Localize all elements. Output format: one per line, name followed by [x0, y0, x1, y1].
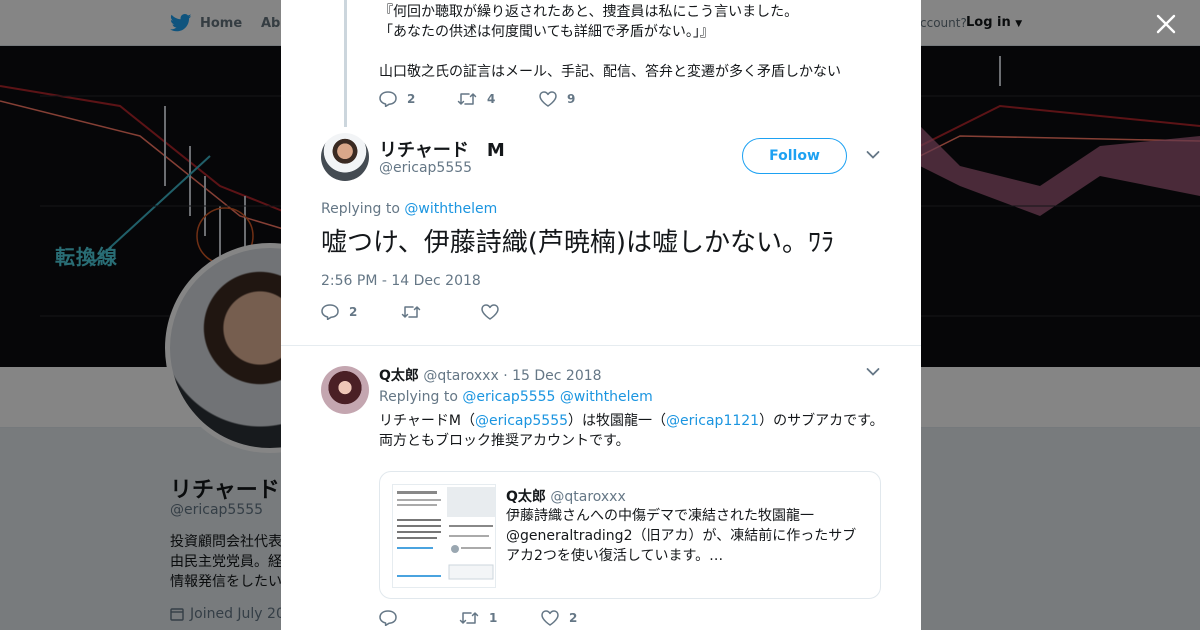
tweet-modal: 『何回か聴取が繰り返されたあと、捜査員は私にこう言いました。 「あなたの供述は何…: [281, 0, 921, 630]
main-retweet-button[interactable]: [401, 304, 481, 320]
parent-retweet-count: 4: [487, 92, 496, 106]
reply-icon: [379, 91, 397, 107]
main-tweet-author-name[interactable]: リチャード M: [379, 136, 505, 162]
parent-tweet-actions: 2 4 9: [379, 91, 599, 107]
main-like-button[interactable]: [481, 304, 521, 320]
reply-tweet-author-handle[interactable]: @qtaroxxx: [423, 368, 498, 384]
main-reply-count: 2: [349, 305, 358, 319]
chevron-down-icon[interactable]: [866, 150, 880, 160]
main-reply-button[interactable]: 2: [321, 304, 401, 320]
main-tweet-author-handle[interactable]: @ericap5555: [379, 160, 472, 176]
quoted-tweet-author-handle: @qtaroxxx: [550, 489, 626, 505]
main-tweet-timestamp[interactable]: 2:56 PM - 14 Dec 2018: [321, 273, 481, 289]
reply-tweet-header: Q太郎 @qtaroxxx · 15 Dec 2018: [379, 365, 602, 385]
parent-reply-count: 2: [407, 92, 416, 106]
quoted-tweet-author-name: Q太郎: [506, 489, 546, 505]
quoted-tweet-header: Q太郎 @qtaroxxx: [506, 486, 626, 506]
reply-like-count: 2: [569, 611, 578, 625]
main-tweet-replying-to: Replying to @withthelem: [321, 201, 497, 217]
reply-reply-button[interactable]: [379, 610, 459, 626]
replying-to-link[interactable]: @ericap5555: [462, 389, 555, 405]
reply-text-part: リチャードM（: [379, 413, 475, 429]
reply-tweet-avatar[interactable]: [321, 366, 369, 414]
reply-tweet-replying-to: Replying to @ericap5555 @withthelem: [379, 389, 653, 405]
reply-tweet-author-name[interactable]: Q太郎: [379, 368, 419, 384]
main-tweet-text: 嘘つけ、伊藤詩織(芦暁楠)は嘘しかない。ﾜﾗ: [321, 228, 834, 258]
retweet-icon: [457, 93, 477, 105]
screenshot-thumbnail-image: [393, 485, 495, 587]
reply-icon: [321, 304, 339, 320]
replying-prefix: Replying to: [321, 201, 400, 217]
replying-to-link[interactable]: @withthelem: [404, 201, 497, 217]
reply-tweet-actions: 1 2: [379, 610, 601, 626]
parent-tweet-text: 『何回か聴取が繰り返されたあと、捜査員は私にこう言いました。 「あなたの供述は何…: [379, 4, 841, 80]
replying-prefix: Replying to: [379, 389, 458, 405]
heart-icon: [539, 91, 557, 107]
main-tweet-avatar[interactable]: [321, 133, 369, 181]
thread-line: [344, 0, 347, 127]
reply-icon: [379, 610, 397, 626]
mention-link[interactable]: @ericap5555: [475, 413, 568, 429]
reply-text-part: ）は牧園龍一（: [568, 413, 667, 429]
parent-like-button[interactable]: 9: [539, 91, 599, 107]
reply-retweet-count: 1: [489, 611, 498, 625]
replying-to-link[interactable]: @withthelem: [560, 389, 653, 405]
reply-tweet-text: リチャードM（@ericap5555）は牧園龍一（@ericap1121）のサブ…: [379, 411, 885, 451]
reply-tweet-date[interactable]: · 15 Dec 2018: [503, 368, 601, 384]
heart-icon: [481, 304, 499, 320]
parent-reply-button[interactable]: 2: [379, 91, 457, 107]
quoted-tweet-text: 伊藤詩織さんへの中傷デマで凍結された牧園龍一@generaltrading2（旧…: [506, 508, 857, 564]
reply-retweet-button[interactable]: 1: [459, 610, 541, 626]
parent-retweet-button[interactable]: 4: [457, 91, 539, 107]
tweet-divider: [281, 345, 921, 346]
quoted-tweet-thumbnail: [392, 484, 496, 588]
chevron-down-icon[interactable]: [866, 367, 880, 377]
retweet-icon: [459, 612, 479, 624]
follow-button[interactable]: Follow: [742, 138, 847, 174]
reply-like-button[interactable]: 2: [541, 610, 601, 626]
parent-like-count: 9: [567, 92, 576, 106]
mention-link[interactable]: @ericap1121: [666, 413, 759, 429]
retweet-icon: [401, 306, 421, 318]
quoted-tweet-card[interactable]: Q太郎 @qtaroxxx 伊藤詩織さんへの中傷デマで凍結された牧園龍一@gen…: [379, 471, 881, 599]
close-icon[interactable]: [1154, 12, 1178, 36]
heart-icon: [541, 610, 559, 626]
main-tweet-actions: 2: [321, 304, 521, 320]
